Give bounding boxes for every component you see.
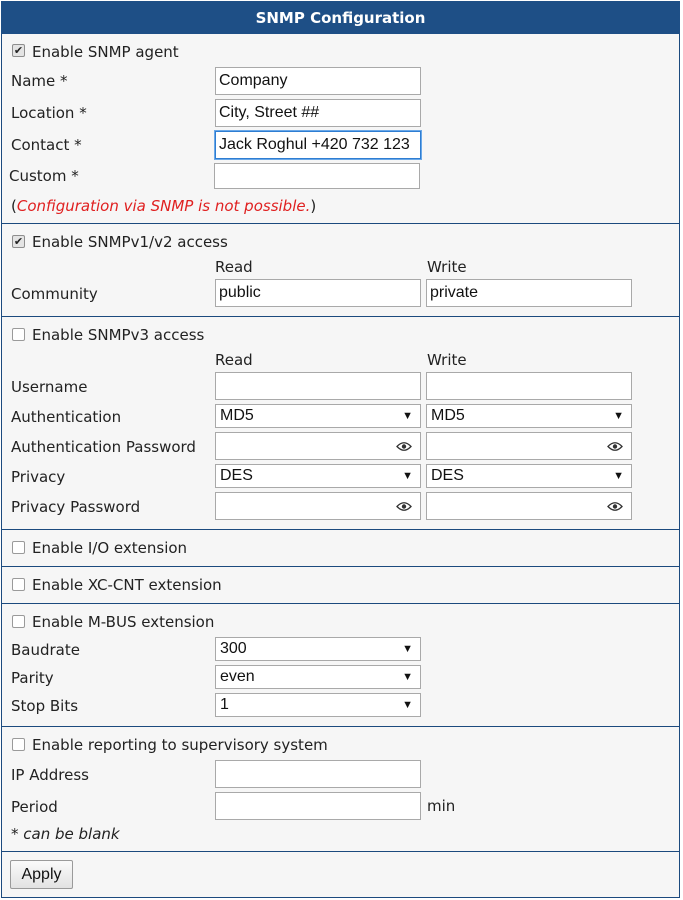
- ip-address-label: IP Address: [11, 766, 89, 784]
- eye-icon[interactable]: [396, 501, 412, 512]
- chevron-down-icon: ▼: [613, 470, 624, 482]
- write-column-header: Write: [427, 258, 467, 276]
- chevron-down-icon: ▼: [613, 410, 624, 422]
- chevron-down-icon: ▼: [402, 410, 413, 422]
- enable-snmpv12-checkbox[interactable]: ✔: [12, 235, 25, 248]
- enable-snmpv12-label: Enable SNMPv1/v2 access: [32, 233, 228, 251]
- period-label: Period: [11, 798, 58, 816]
- read-column-header: Read: [215, 258, 253, 276]
- enable-mbus-checkbox[interactable]: [12, 615, 25, 628]
- authentication-label: Authentication: [11, 408, 122, 426]
- privacy-password-label: Privacy Password: [11, 498, 141, 516]
- username-label: Username: [11, 378, 88, 396]
- privacy-password-write-input[interactable]: [426, 492, 632, 520]
- name-input[interactable]: Company: [215, 67, 421, 95]
- parity-label: Parity: [11, 669, 54, 687]
- authentication-read-select[interactable]: MD5 ▼: [215, 404, 421, 428]
- location-input[interactable]: City, Street ##: [215, 99, 421, 127]
- enable-reporting-checkbox[interactable]: [12, 738, 25, 751]
- agent-section: [2, 34, 679, 224]
- stop-bits-label: Stop Bits: [11, 697, 79, 715]
- enable-snmp-agent-label: Enable SNMP agent: [32, 43, 179, 61]
- stop-bits-select[interactable]: 1 ▼: [215, 693, 421, 717]
- enable-mbus-label: Enable M-BUS extension: [32, 613, 215, 631]
- privacy-password-read-input[interactable]: [215, 492, 421, 520]
- period-input[interactable]: [215, 792, 421, 820]
- username-read-input[interactable]: [215, 372, 421, 400]
- baudrate-select[interactable]: 300 ▼: [215, 637, 421, 661]
- eye-icon[interactable]: [396, 441, 412, 452]
- enable-io-label: Enable I/O extension: [32, 539, 188, 557]
- enable-reporting-label: Enable reporting to supervisory system: [32, 736, 328, 754]
- enable-snmpv3-label: Enable SNMPv3 access: [32, 326, 205, 344]
- auth-password-write-input[interactable]: [426, 432, 632, 460]
- ip-address-input[interactable]: [215, 760, 421, 788]
- snmp-config-note: (Configuration via SNMP is not possible.…: [11, 197, 317, 215]
- enable-snmpv3-checkbox[interactable]: [12, 328, 25, 341]
- eye-icon[interactable]: [607, 501, 623, 512]
- auth-password-label: Authentication Password: [11, 438, 196, 456]
- read-column-header: Read: [215, 351, 253, 369]
- community-write-input[interactable]: private: [426, 279, 632, 307]
- privacy-write-select[interactable]: DES ▼: [426, 464, 632, 488]
- location-label: Location *: [11, 104, 87, 122]
- enable-snmp-agent-checkbox[interactable]: ✔: [12, 44, 25, 57]
- period-unit: min: [427, 797, 456, 815]
- auth-password-read-input[interactable]: [215, 432, 421, 460]
- enable-xc-label: Enable XC-CNT extension: [32, 576, 222, 594]
- authentication-write-select[interactable]: MD5 ▼: [426, 404, 632, 428]
- chevron-down-icon: ▼: [402, 643, 413, 655]
- chevron-down-icon: ▼: [402, 671, 413, 683]
- contact-input[interactable]: Jack Roghul +420 732 123: [215, 131, 421, 159]
- username-write-input[interactable]: [426, 372, 632, 400]
- chevron-down-icon: ▼: [402, 699, 413, 711]
- privacy-label: Privacy: [11, 468, 66, 486]
- privacy-read-select[interactable]: DES ▼: [215, 464, 421, 488]
- contact-label: Contact *: [11, 136, 82, 154]
- chevron-down-icon: ▼: [402, 470, 413, 482]
- enable-io-checkbox[interactable]: [12, 541, 25, 554]
- community-read-input[interactable]: public: [215, 279, 421, 307]
- custom-label: Custom *: [9, 167, 79, 185]
- eye-icon[interactable]: [607, 441, 623, 452]
- baudrate-label: Baudrate: [11, 641, 80, 659]
- write-column-header: Write: [427, 351, 467, 369]
- apply-button[interactable]: Apply: [10, 860, 73, 889]
- community-label: Community: [11, 285, 98, 303]
- enable-xc-checkbox[interactable]: [12, 578, 25, 591]
- name-label: Name *: [11, 72, 68, 90]
- parity-select[interactable]: even ▼: [215, 665, 421, 689]
- blank-footnote: * can be blank: [11, 825, 120, 843]
- custom-input[interactable]: [214, 163, 420, 189]
- panel-title: SNMP Configuration: [1, 1, 680, 34]
